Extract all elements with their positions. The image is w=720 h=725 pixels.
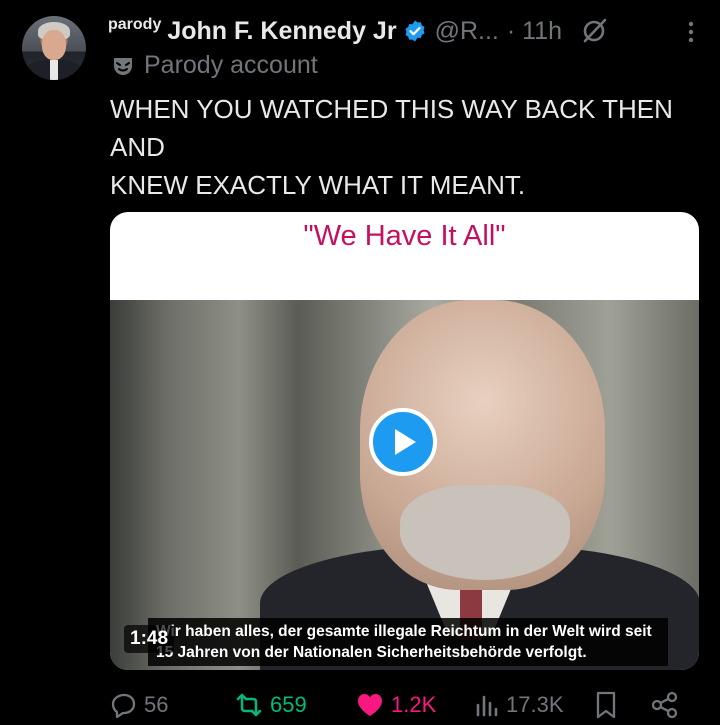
like-button[interactable]: 1.2K	[355, 688, 436, 722]
views-button[interactable]: 17.3K	[474, 688, 564, 722]
views-count: 17.3K	[506, 692, 564, 717]
like-count: 1.2K	[391, 692, 437, 717]
reply-icon	[111, 693, 136, 719]
reply-count: 56	[144, 692, 169, 717]
bookmark-button[interactable]	[594, 688, 624, 722]
repost-button[interactable]: 659	[234, 688, 307, 722]
parody-badge: parody	[108, 16, 162, 33]
display-name[interactable]: John F. Kennedy Jr	[167, 17, 396, 46]
views-icon	[476, 695, 498, 717]
action-bar: 56 659 1.2K 17.3K	[110, 688, 690, 722]
avatar[interactable]	[22, 16, 86, 80]
share-button[interactable]	[650, 688, 686, 722]
share-icon	[651, 691, 678, 719]
repost-icon	[236, 693, 262, 717]
video-duration: 1:48	[124, 625, 175, 653]
play-button[interactable]	[369, 408, 437, 476]
bookmark-icon	[596, 691, 616, 719]
video-player[interactable]: "We Have It All" Wir haben alles, der ge…	[110, 212, 699, 670]
video-frame	[110, 300, 699, 670]
like-icon	[358, 694, 382, 716]
video-title: "We Have It All"	[303, 220, 506, 252]
more-icon[interactable]	[686, 20, 696, 44]
parody-label: Parody account	[144, 51, 318, 79]
video-subtitle: Wir haben alles, der gesamte illegale Re…	[148, 618, 668, 666]
play-icon	[395, 429, 416, 455]
handle[interactable]: @R...	[435, 17, 499, 46]
post-time[interactable]: · 11h	[507, 17, 562, 46]
parody-label-row: Parody account	[112, 51, 318, 80]
verified-icon	[405, 20, 425, 42]
grok-icon[interactable]	[580, 17, 608, 45]
post-text: WHEN YOU WATCHED THIS WAY BACK THEN AND …	[110, 94, 673, 200]
post-header: parody John F. Kennedy Jr @R... · 11h	[108, 14, 696, 48]
reply-button[interactable]: 56	[110, 688, 168, 722]
repost-count: 659	[270, 692, 307, 717]
parody-mask-icon	[114, 57, 132, 75]
